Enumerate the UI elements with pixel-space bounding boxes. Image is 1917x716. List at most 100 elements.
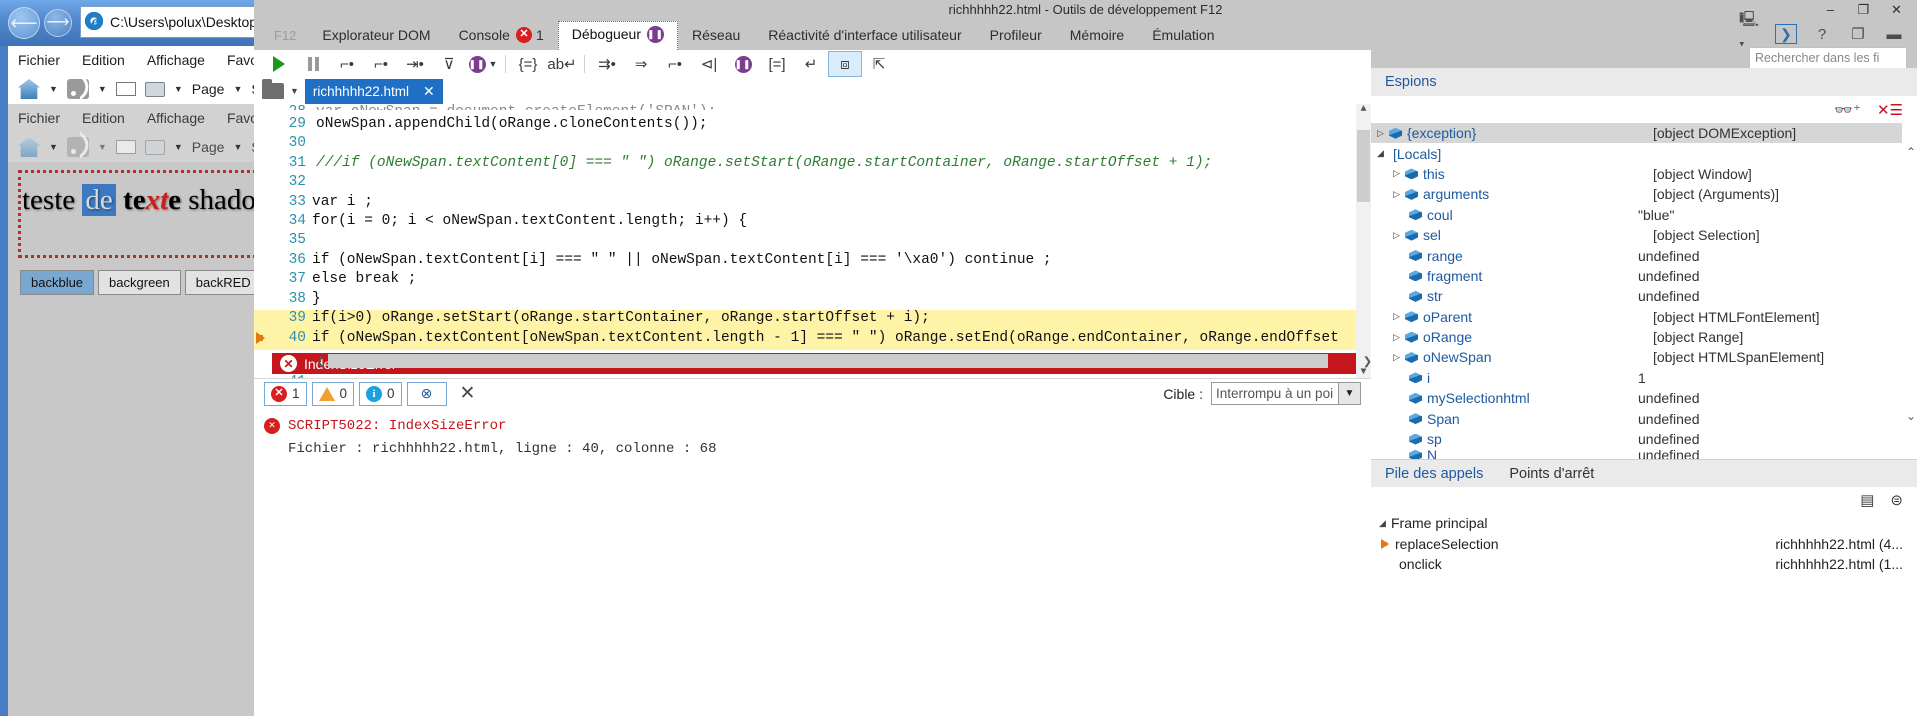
callstack-row-replaceselection[interactable]: replaceSelection richhhhh22.html (4...: [1371, 533, 1917, 553]
break-on-exceptions-button[interactable]: ❚❚ ▼: [466, 51, 500, 77]
editor-vertical-scrollbar[interactable]: ▲ ▼: [1356, 104, 1371, 378]
watch-list[interactable]: ▷ {exception} [object DOMException] ◢ [L…: [1371, 123, 1917, 459]
menu2-fichier[interactable]: Fichier: [18, 110, 60, 126]
editor-horizontal-scrollbar[interactable]: ❮ ❯: [316, 352, 1371, 371]
exception-hex-button[interactable]: ❚❚: [726, 51, 760, 77]
rss-chevron-down-icon[interactable]: ▼: [98, 84, 107, 94]
backblue-button[interactable]: backblue: [20, 270, 95, 295]
tab-emulation[interactable]: Émulation: [1138, 22, 1228, 50]
step-into-alt-button[interactable]: ⇉•: [590, 51, 624, 77]
chevron-down-icon[interactable]: ▼: [1338, 383, 1360, 404]
expander-icon[interactable]: ▷: [1393, 189, 1405, 200]
tab-dom-explorer[interactable]: Explorateur DOM: [308, 22, 444, 50]
dock-to-side-icon[interactable]: ❯: [1775, 24, 1797, 44]
scroll-right-icon[interactable]: ❯: [1363, 352, 1371, 371]
scroll-left-icon[interactable]: ❮: [316, 352, 325, 371]
step-over-alt-button[interactable]: ⇒: [624, 51, 658, 77]
expander-icon[interactable]: ◢: [1379, 518, 1391, 529]
search-input[interactable]: Rechercher dans les fi: [1749, 47, 1907, 69]
watch-vertical-scrollbar[interactable]: ⌃ ⌄: [1902, 123, 1917, 459]
print-icon[interactable]: [144, 81, 165, 97]
console-message-location[interactable]: Fichier : richhhhh22.html, ligne : 40, c…: [288, 441, 716, 457]
open-document-button[interactable]: ⇱: [862, 51, 896, 77]
watch-row-oparent[interactable]: ▷ oParent [object HTMLFontElement]: [1371, 307, 1917, 327]
file-tab-richhhhh22[interactable]: richhhhh22.html ✕: [304, 78, 443, 104]
error-filter-button[interactable]: ✕ 1: [264, 381, 307, 406]
menu2-edition[interactable]: Edition: [82, 110, 125, 126]
print-chevron-down-icon-2[interactable]: ▼: [174, 142, 183, 152]
tab-profiler[interactable]: Profileur: [976, 22, 1056, 50]
home-icon-2[interactable]: [18, 137, 40, 157]
home-icon[interactable]: [18, 79, 40, 99]
expander-icon[interactable]: ▷: [1393, 168, 1405, 179]
watch-row-fragment[interactable]: fragment undefined: [1371, 266, 1917, 286]
expander-icon[interactable]: ▷: [1393, 311, 1405, 322]
step-over-button[interactable]: ⌐•: [364, 51, 398, 77]
watch-row-orange[interactable]: ▷ oRange [object Range]: [1371, 327, 1917, 347]
minimize-icon[interactable]: –: [1814, 0, 1847, 19]
step-out-button[interactable]: ⇥•: [398, 51, 432, 77]
break-all-button[interactable]: [296, 51, 330, 77]
code-editor[interactable]: 28 var oNewSpan = document.createElement…: [254, 104, 1371, 378]
watch-row-n[interactable]: N undefined: [1371, 449, 1917, 459]
watch-row-span[interactable]: Span undefined: [1371, 408, 1917, 428]
file-tab-close-icon[interactable]: ✕: [423, 83, 435, 100]
help-icon[interactable]: ?: [1811, 24, 1833, 44]
break-on-new-worker-button[interactable]: ⊽: [432, 51, 466, 77]
expander-icon[interactable]: ▷: [1393, 230, 1405, 241]
callstack-list[interactable]: ◢ Frame principal replaceSelection richh…: [1371, 513, 1917, 575]
watch-row-locals[interactable]: ◢ [Locals]: [1371, 143, 1917, 163]
editor-scroll-thumb[interactable]: [1357, 130, 1370, 202]
wrap-lines-button[interactable]: ↵: [794, 51, 828, 77]
back-button[interactable]: ⟵: [8, 7, 40, 39]
rss-chevron-down-icon-2[interactable]: ▼: [98, 142, 107, 152]
tab-breakpoints[interactable]: Points d'arrêt: [1509, 466, 1594, 482]
tab-memory[interactable]: Mémoire: [1056, 22, 1138, 50]
backgreen-button[interactable]: backgreen: [98, 270, 181, 295]
forward-button[interactable]: ⟶: [44, 9, 72, 37]
tab-ui-responsiveness[interactable]: Réactivité d'interface utilisateur: [754, 22, 975, 50]
clear-on-navigate-button[interactable]: ⊗: [406, 381, 447, 406]
watch-row-str[interactable]: str undefined: [1371, 286, 1917, 306]
watch-scroll-down-icon[interactable]: ⌄: [1906, 409, 1916, 423]
console-message-error[interactable]: ✕ SCRIPT5022: IndexSizeError: [264, 418, 506, 434]
undock-window-icon[interactable]: ❐: [1847, 24, 1869, 44]
delete-all-watches-icon[interactable]: ✕☰: [1877, 101, 1903, 119]
show-modules-icon[interactable]: ▤: [1860, 491, 1874, 509]
target-select[interactable]: Interrompu à un point c ▼: [1211, 382, 1361, 405]
mail-icon[interactable]: [115, 82, 136, 96]
exceptions-chevron-down-icon[interactable]: ▼: [489, 59, 498, 69]
info-filter-button[interactable]: i 0: [359, 381, 402, 406]
page-chevron-down-icon[interactable]: ▼: [233, 84, 242, 94]
editor-hscroll-thumb[interactable]: [328, 354, 1328, 368]
scroll-up-icon[interactable]: ▲: [1356, 104, 1371, 119]
watch-row-i[interactable]: i 1: [1371, 368, 1917, 388]
folder-icon[interactable]: [262, 79, 284, 99]
pretty-print-button[interactable]: {=}: [511, 51, 545, 77]
watch-row-sel[interactable]: ▷ sel [object Selection]: [1371, 225, 1917, 245]
watch-row-myselectionhtml[interactable]: mySelectionhtml undefined: [1371, 388, 1917, 408]
expander-icon[interactable]: ▷: [1393, 332, 1405, 343]
watch-row-onewspan[interactable]: ▷ oNewSpan [object HTMLSpanElement]: [1371, 347, 1917, 367]
callstack-row-frame[interactable]: ◢ Frame principal: [1371, 513, 1917, 533]
break-new-worker-alt-button[interactable]: ⊲|: [692, 51, 726, 77]
callstack-row-onclick[interactable]: onclick richhhhh22.html (1...: [1371, 554, 1917, 574]
add-watch-icon[interactable]: 👓⁺: [1834, 101, 1861, 119]
print-icon-2[interactable]: [144, 139, 165, 155]
menu-fichier[interactable]: Fichier: [18, 52, 60, 68]
expander-icon[interactable]: ▷: [1377, 128, 1389, 139]
home-chevron-down-icon[interactable]: ▼: [49, 84, 58, 94]
tab-network[interactable]: Réseau: [678, 22, 754, 50]
cmd2-page[interactable]: Page: [192, 139, 225, 155]
tab-call-stack[interactable]: Pile des appels: [1385, 466, 1483, 482]
menu-edition[interactable]: Edition: [82, 52, 125, 68]
cmd-page[interactable]: Page: [192, 81, 225, 97]
watch-row-this[interactable]: ▷ this [object Window]: [1371, 164, 1917, 184]
page-chevron-down-icon-2[interactable]: ▼: [233, 142, 242, 152]
expander-icon[interactable]: ◢: [1377, 148, 1389, 159]
just-my-code-button[interactable]: ⧈: [828, 51, 862, 77]
folder-chevron-down-icon[interactable]: ▼: [290, 86, 299, 96]
menu2-affichage[interactable]: Affichage: [147, 110, 205, 126]
device-dock-icon[interactable]: 🖳▾: [1739, 11, 1761, 53]
continue-button[interactable]: [262, 51, 296, 77]
